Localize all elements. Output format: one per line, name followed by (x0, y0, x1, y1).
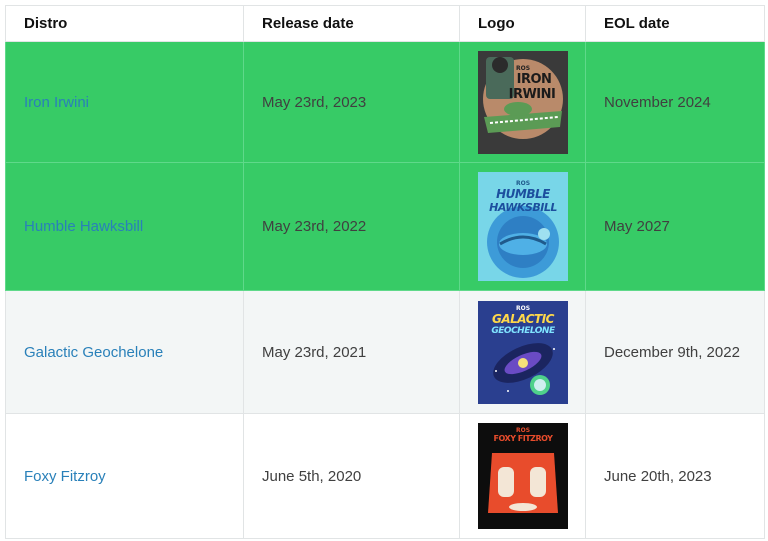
logo-text-line1: FOXY FITZROY (493, 434, 553, 443)
humble-hawksbill-logo: ROS HUMBLE HAWKSBILL (478, 172, 568, 281)
release-date-cell: May 23rd, 2022 (243, 162, 460, 291)
ros-mark: ROS (515, 304, 531, 312)
logo-text-line1: GALACTIC (492, 311, 554, 326)
distro-link-humble-hawksbill[interactable]: Humble Hawksbill (24, 218, 143, 235)
logo-cell: ROS IRON IRWINI (459, 41, 586, 163)
ros-mark: ROS (515, 64, 531, 72)
distro-link-galactic-geochelone[interactable]: Galactic Geochelone (24, 344, 163, 361)
distro-cell: Humble Hawksbill (5, 162, 244, 291)
eol-date-cell: June 20th, 2023 (585, 413, 765, 539)
distro-cell: Foxy Fitzroy (5, 413, 244, 539)
distro-link-foxy-fitzroy[interactable]: Foxy Fitzroy (24, 468, 106, 485)
logo-cell: ROS HUMBLE HAWKSBILL (459, 162, 586, 291)
header-distro: Distro (5, 5, 244, 42)
release-date-cell: May 23rd, 2023 (243, 41, 460, 163)
header-logo: Logo (459, 5, 586, 42)
distro-cell: Galactic Geochelone (5, 290, 244, 414)
logo-text-line1: IRON (516, 71, 552, 87)
distro-link-iron-irwini[interactable]: Iron Irwini (24, 94, 89, 111)
table-row: Galactic Geochelone May 23rd, 2021 ROS G… (5, 290, 765, 414)
logo-text-line2: IRWINI (508, 86, 556, 102)
logo-text-line1: HUMBLE (496, 187, 550, 201)
iron-irwini-logo: ROS IRON IRWINI (478, 50, 568, 154)
foxy-fitzroy-logo: ROS FOXY FITZROY (478, 423, 568, 529)
galactic-geochelone-logo: ROS GALACTIC GEOCHELONE (478, 300, 568, 404)
distro-table: Distro Release date Logo EOL date Iron I… (5, 5, 765, 539)
eol-date-cell: December 9th, 2022 (585, 290, 765, 414)
distro-cell: Iron Irwini (5, 41, 244, 163)
release-date-cell: June 5th, 2020 (243, 413, 460, 539)
logo-cell: ROS GALACTIC GEOCHELONE (459, 290, 586, 414)
header-eol-date: EOL date (585, 5, 765, 42)
table-row: Humble Hawksbill May 23rd, 2022 ROS HUMB… (5, 162, 765, 291)
table-row: Foxy Fitzroy June 5th, 2020 ROS FOXY FIT… (5, 413, 765, 539)
logo-cell: ROS FOXY FITZROY (459, 413, 586, 539)
eol-date-cell: May 2027 (585, 162, 765, 291)
page: Distro Release date Logo EOL date Iron I… (0, 0, 768, 541)
header-release-date: Release date (243, 5, 460, 42)
header-row: Distro Release date Logo EOL date (5, 5, 765, 42)
logo-text-line2: GEOCHELONE (491, 325, 555, 336)
ros-mark: ROS (515, 180, 531, 187)
eol-date-cell: November 2024 (585, 41, 765, 163)
ros-mark: ROS (515, 427, 531, 434)
logo-text-line2: HAWKSBILL (489, 201, 557, 214)
release-date-cell: May 23rd, 2021 (243, 290, 460, 414)
table-row: Iron Irwini May 23rd, 2023 ROS IRON IRWI… (5, 41, 765, 163)
